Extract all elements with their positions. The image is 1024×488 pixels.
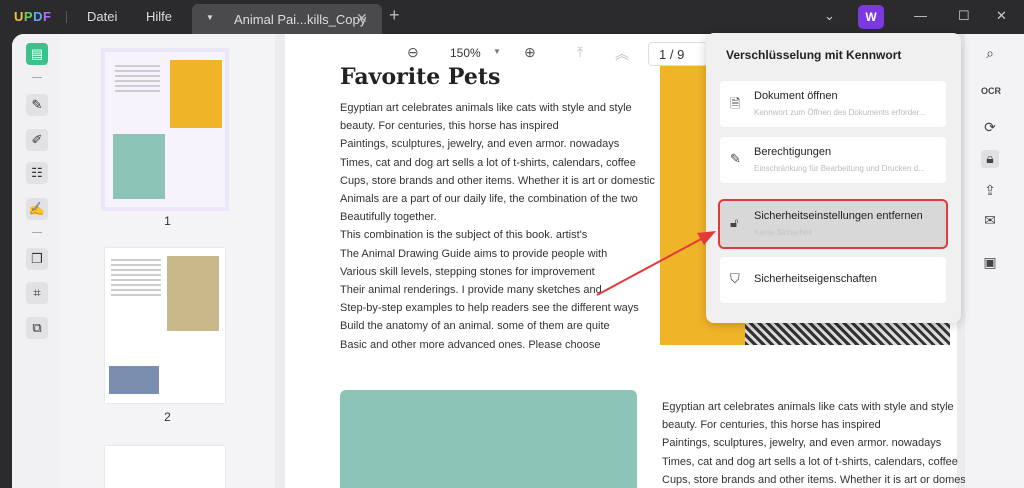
body-text-column-2: Egyptian art celebrates animals like cat… [662, 401, 977, 486]
title-bar: UPDF Datei Hilfe ▼ Animal Pai...kills_Co… [0, 0, 1024, 34]
permissions-option[interactable]: ✎ Berechtigungen Einschränkung für Bearb… [720, 137, 946, 183]
option-label: Berechtigungen [754, 146, 832, 158]
organize-pages-icon[interactable]: ❐ [26, 248, 48, 270]
avatar[interactable]: W [858, 5, 884, 29]
chevron-down-icon[interactable]: ⌄ [824, 8, 835, 24]
divider [66, 11, 67, 23]
thumbnail-page-2[interactable] [105, 248, 225, 403]
thumbnail-page-number: 1 [164, 214, 171, 228]
protect-icon[interactable]: 🔒︎ [981, 150, 999, 168]
page-title: Favorite Pets [340, 64, 501, 90]
document-lock-icon: 🗎 [730, 96, 741, 111]
previous-page-icon[interactable]: ︽ [615, 44, 629, 64]
minimize-button[interactable]: — [914, 8, 927, 23]
option-label: Sicherheitseinstellungen entfernen [754, 210, 923, 222]
menu-hilfe[interactable]: Hilfe [146, 9, 172, 24]
right-toolbar: ⌕ OCR ⟳ 🔒︎ ⇪ ✉ ▣ [965, 34, 1024, 488]
edit-document-icon: ✎ [730, 151, 741, 166]
tab-dropdown-icon[interactable]: ▼ [206, 13, 214, 22]
popup-title: Verschlüsselung mit Kennwort [726, 48, 902, 62]
divider [32, 232, 42, 233]
close-window-button[interactable]: ✕ [996, 8, 1007, 24]
option-description: Keine Sicherheit [754, 228, 813, 237]
new-tab-button[interactable]: + [389, 5, 400, 26]
plant-image [340, 390, 637, 488]
zoom-in-icon[interactable]: ⊕ [524, 44, 536, 61]
first-page-icon[interactable]: ⤒ [577, 44, 583, 61]
save-icon[interactable]: ▣ [981, 254, 999, 272]
left-toolbar: ▤ ✎ ✐ ☷ ✍ ❐ ⌗ ⧉ [12, 34, 60, 488]
divider [32, 77, 42, 78]
thumbnail-page-3[interactable] [105, 446, 225, 488]
option-label: Dokument öffnen [754, 90, 838, 102]
thumbnail-panel: 1 2 [60, 34, 275, 488]
option-description: Einschränkung für Bearbeitung und Drucke… [754, 164, 925, 173]
thumbnail-page-1[interactable] [101, 48, 229, 211]
zoom-level[interactable]: 150% [450, 46, 481, 60]
redact-icon[interactable]: ✍ [26, 198, 48, 220]
thumbnail-page-number: 2 [164, 410, 171, 424]
convert-icon[interactable]: ⟳ [981, 119, 999, 137]
body-text-column-1: Egyptian art celebrates animals like cat… [340, 102, 655, 351]
password-encryption-popup: Verschlüsselung mit Kennwort 🗎 Dokument … [706, 33, 961, 323]
updf-logo: UPDF [14, 9, 52, 24]
open-document-option[interactable]: 🗎 Dokument öffnen Kennwort zum Öffnen de… [720, 81, 946, 127]
unlock-icon: 🔓︎ [730, 215, 739, 230]
form-icon[interactable]: ☷ [26, 162, 48, 184]
ocr-icon[interactable]: OCR [981, 86, 1001, 104]
remove-security-option[interactable]: 🔓︎ Sicherheitseinstellungen entfernen Ke… [718, 199, 948, 249]
shield-icon: ⛉ [730, 271, 740, 286]
option-label: Sicherheitseigenschaften [754, 273, 877, 285]
edit-pdf-icon[interactable]: ✐ [26, 129, 48, 151]
page-number-input[interactable]: 1 / 9 [648, 42, 708, 66]
menu-datei[interactable]: Datei [87, 9, 117, 24]
share-icon[interactable]: ⇪ [981, 182, 999, 200]
zoom-out-icon[interactable]: ⊖ [407, 44, 419, 61]
maximize-button[interactable]: ☐ [958, 8, 970, 24]
highlighter-icon[interactable]: ✎ [26, 94, 48, 116]
reader-icon[interactable]: ▤ [26, 43, 48, 65]
layers-icon[interactable]: ⧉ [26, 317, 48, 339]
email-icon[interactable]: ✉ [981, 212, 999, 230]
document-tab[interactable]: ▼ Animal Pai...kills_Copy ✕ [192, 4, 382, 34]
option-description: Kennwort zum Öffnen des Dokuments erford… [754, 108, 926, 117]
search-icon[interactable]: ⌕ [981, 45, 999, 63]
zoom-dropdown-icon[interactable]: ▼ [493, 47, 501, 56]
security-properties-option[interactable]: ⛉ Sicherheitseigenschaften [720, 257, 946, 303]
crop-icon[interactable]: ⌗ [26, 282, 48, 304]
tab-title: Animal Pai...kills_Copy [234, 12, 367, 27]
close-tab-icon[interactable]: ✕ [356, 10, 368, 27]
